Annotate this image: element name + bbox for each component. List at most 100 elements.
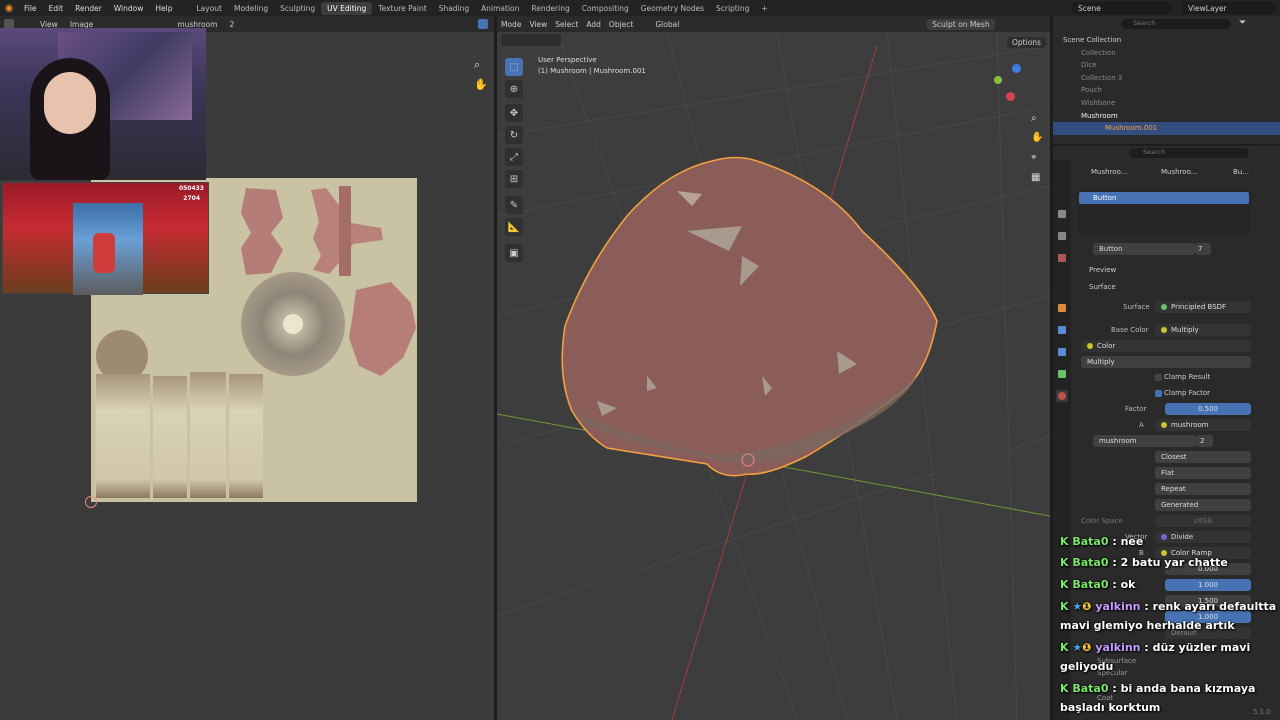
menu-file[interactable]: File [18, 4, 43, 13]
tab-tool-icon[interactable] [1058, 210, 1066, 218]
blender-logo-icon[interactable]: ◉ [0, 0, 18, 16]
outliner-item-scene-collection[interactable]: Scene Collection [1053, 34, 1280, 47]
roughness-field[interactable]: 1.000 [1165, 579, 1251, 591]
tab-object-icon[interactable] [1058, 304, 1066, 312]
menu-window[interactable]: Window [108, 4, 150, 13]
tab-texture-paint[interactable]: Texture Paint [372, 2, 432, 15]
surface-shader-field[interactable]: Principled BSDF [1155, 301, 1251, 313]
menu-render[interactable]: Render [69, 4, 108, 13]
outliner-item-dice[interactable]: Dice [1053, 59, 1280, 72]
hand-icon[interactable]: ✋ [474, 78, 488, 91]
image-name-field[interactable]: mushroom [1093, 435, 1197, 447]
selection-mode-buttons[interactable] [501, 34, 561, 46]
tab-geometry-nodes[interactable]: Geometry Nodes [635, 2, 710, 15]
tab-rendering[interactable]: Rendering [525, 2, 575, 15]
select-tool-icon[interactable]: ⬚ [505, 58, 523, 76]
uv-editor[interactable]: View Image mushroom 2 ⌕ ✋ 050433 2704 [0, 16, 494, 720]
image-users-field[interactable]: 2 [1197, 435, 1213, 447]
properties-search[interactable]: Search [1129, 148, 1249, 158]
filter-icon[interactable]: ⏷ [1239, 18, 1246, 28]
outliner-item-collection[interactable]: Collection [1053, 47, 1280, 60]
color-space-field[interactable]: sRGB [1155, 515, 1251, 527]
viewport-hand-icon[interactable]: ✋ [1031, 132, 1043, 143]
navigation-gizmo[interactable] [994, 64, 1034, 104]
shader-socket-icon [1161, 304, 1167, 310]
factor-slider[interactable]: 0.500 [1165, 403, 1251, 415]
clamp-result-checkbox[interactable] [1155, 374, 1162, 381]
options-button[interactable]: Options [1007, 37, 1046, 48]
tab-sculpting[interactable]: Sculpting [274, 2, 321, 15]
outliner-search[interactable]: Search [1121, 19, 1231, 29]
interpolation-dropdown[interactable]: Closest [1155, 451, 1251, 463]
gizmo-z-icon[interactable] [1012, 64, 1021, 73]
tab-compositing[interactable]: Compositing [576, 2, 635, 15]
add-workspace-icon[interactable]: + [755, 2, 773, 15]
preview-panel-header[interactable]: Preview [1089, 266, 1116, 274]
uv-sync-icon[interactable] [478, 19, 489, 29]
viewport-zoom-icon[interactable]: ⌕ [1031, 113, 1037, 124]
material-users-field[interactable]: 7 [1195, 243, 1211, 255]
viewport-menu-select[interactable]: Select [555, 20, 578, 29]
material-name-field[interactable]: Button [1093, 243, 1195, 255]
annotate-tool-icon[interactable]: ✎ [505, 196, 523, 214]
measure-tool-icon[interactable]: 📐 [505, 218, 523, 236]
ortho-toggle-icon[interactable]: ▦ [1031, 172, 1040, 183]
material-slot-button[interactable]: Button [1079, 192, 1249, 204]
projection-dropdown[interactable]: Flat [1155, 467, 1251, 479]
tab-modeling[interactable]: Modeling [228, 2, 274, 15]
tab-animation[interactable]: Animation [475, 2, 525, 15]
cursor-tool-icon[interactable]: ⊕ [505, 80, 523, 98]
tab-modifier-icon[interactable] [1058, 326, 1066, 334]
mode-selector[interactable]: Mode [501, 20, 521, 29]
tab-uv-editing[interactable]: UV Editing [321, 1, 373, 15]
outliner-item-pouch[interactable]: Pouch [1053, 84, 1280, 97]
outliner-item-mushroom-001[interactable]: Mushroom.001 [1053, 122, 1280, 135]
uv-image-users[interactable]: 2 [229, 20, 234, 29]
zoom-icon[interactable]: ⌕ [474, 58, 480, 72]
transform-tool-icon[interactable]: ⊞ [505, 170, 523, 188]
viewport-menu-object[interactable]: Object [609, 20, 633, 29]
tab-render-icon[interactable] [1058, 232, 1066, 240]
camera-view-icon[interactable]: ⌖ [1031, 152, 1037, 163]
tab-output-icon[interactable] [1058, 254, 1066, 262]
tab-shading[interactable]: Shading [433, 2, 475, 15]
properties-editor[interactable]: Search Mushroo... Mushroo... Bu... Butto… [1053, 146, 1280, 720]
menu-help[interactable]: Help [149, 4, 178, 13]
tab-scripting[interactable]: Scripting [710, 2, 755, 15]
rotate-tool-icon[interactable]: ↻ [505, 126, 523, 144]
viewport-menu-view[interactable]: View [529, 20, 547, 29]
orientation-selector[interactable]: Global [655, 20, 679, 29]
view-layer-selector[interactable]: ViewLayer [1182, 2, 1276, 14]
outliner-item-mushroom[interactable]: Mushroom [1053, 110, 1280, 123]
move-tool-icon[interactable]: ✥ [505, 104, 523, 122]
color-mode-field[interactable]: Color [1081, 340, 1251, 352]
outliner[interactable]: Search ⏷ Scene Collection Collection Dic… [1053, 16, 1280, 144]
menu-edit[interactable]: Edit [43, 4, 70, 13]
material-slot-list[interactable]: Button [1077, 190, 1251, 234]
tab-physics-icon[interactable] [1058, 348, 1066, 356]
sculpt-on-mesh-button[interactable]: Sculpt on Mesh [927, 18, 995, 30]
blend-mode-dropdown[interactable]: Multiply [1081, 356, 1251, 368]
clamp-result-label: Clamp Result [1164, 373, 1211, 381]
base-color-field[interactable]: Multiply [1155, 324, 1251, 336]
scene-selector[interactable]: Scene [1072, 2, 1172, 14]
clamp-factor-checkbox[interactable] [1155, 390, 1162, 397]
scale-tool-icon[interactable]: ⤢ [505, 148, 523, 166]
surface-panel-header[interactable]: Surface [1089, 283, 1116, 291]
tab-data-icon[interactable] [1058, 370, 1066, 378]
2d-cursor-icon[interactable] [85, 496, 97, 508]
gizmo-x-icon[interactable] [1006, 92, 1015, 101]
tab-material-icon[interactable] [1056, 390, 1068, 402]
add-cube-tool-icon[interactable]: ▣ [505, 244, 523, 262]
mushroom-mesh[interactable] [561, 156, 938, 477]
tab-layout[interactable]: Layout [190, 2, 228, 15]
outliner-item-collection-3[interactable]: Collection 3 [1053, 72, 1280, 85]
vector-input-field[interactable]: Divide [1155, 531, 1251, 543]
3d-viewport[interactable]: Mode View Select Add Object Global Sculp… [497, 16, 1050, 720]
viewport-menu-add[interactable]: Add [586, 20, 601, 29]
source-dropdown[interactable]: Generated [1155, 499, 1251, 511]
gizmo-y-icon[interactable] [994, 76, 1002, 84]
extension-dropdown[interactable]: Repeat [1155, 483, 1251, 495]
a-input-field[interactable]: mushroom [1155, 419, 1251, 431]
outliner-item-wishbone[interactable]: Wishbone [1053, 97, 1280, 110]
